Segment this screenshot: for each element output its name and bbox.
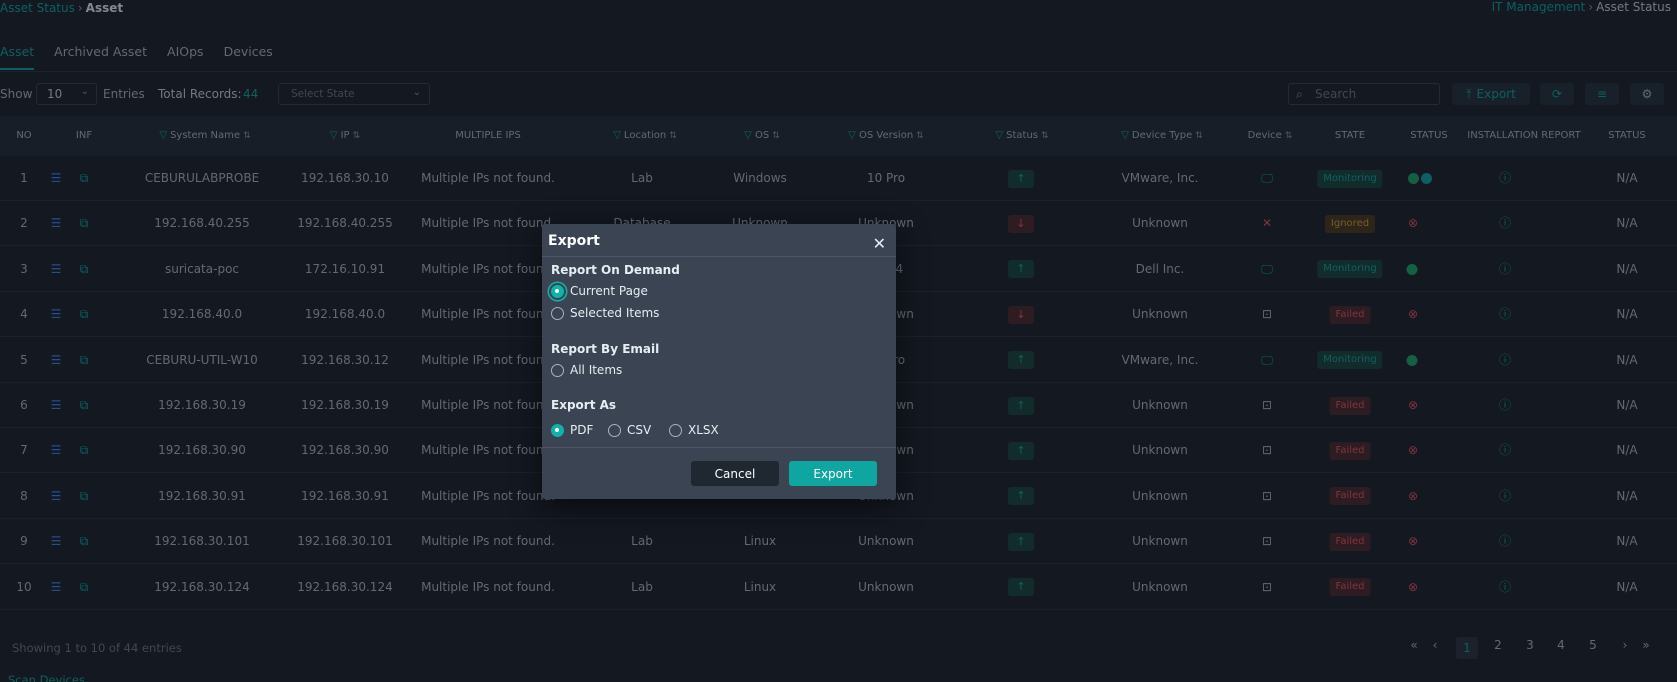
radio-format-xlsx[interactable]: XLSX xyxy=(669,423,719,437)
radio-all-items[interactable]: All Items xyxy=(551,363,622,377)
export-confirm-button[interactable]: Export xyxy=(789,461,877,486)
radio-button[interactable] xyxy=(551,363,564,377)
radio-csv-label: CSV xyxy=(627,423,652,437)
radio-button[interactable] xyxy=(551,306,564,320)
radio-all-items-label: All Items xyxy=(570,363,623,377)
dialog-divider xyxy=(542,256,896,257)
section-report-on-demand: Report On Demand xyxy=(551,263,680,277)
radio-button-checked[interactable] xyxy=(551,423,564,437)
section-report-by-email: Report By Email xyxy=(551,342,660,356)
radio-selected-items[interactable]: Selected Items xyxy=(551,306,659,320)
dialog-title: Export xyxy=(548,233,600,249)
radio-current-page[interactable]: Current Page xyxy=(551,284,648,298)
radio-xlsx-label: XLSX xyxy=(688,423,719,437)
close-icon[interactable]: ✕ xyxy=(873,234,886,253)
radio-current-page-label: Current Page xyxy=(570,284,648,298)
dialog-footer-divider xyxy=(542,447,896,448)
radio-format-pdf[interactable]: PDF xyxy=(551,423,593,437)
export-dialog: Export ✕ Report On Demand Current Page S… xyxy=(542,224,896,499)
radio-format-csv[interactable]: CSV xyxy=(608,423,651,437)
radio-selected-items-label: Selected Items xyxy=(570,306,660,320)
radio-button-checked[interactable] xyxy=(551,284,564,298)
radio-button[interactable] xyxy=(669,423,682,437)
section-export-as: Export As xyxy=(551,398,617,412)
radio-button[interactable] xyxy=(608,423,621,437)
radio-pdf-label: PDF xyxy=(570,423,594,437)
cancel-button[interactable]: Cancel xyxy=(691,461,779,486)
